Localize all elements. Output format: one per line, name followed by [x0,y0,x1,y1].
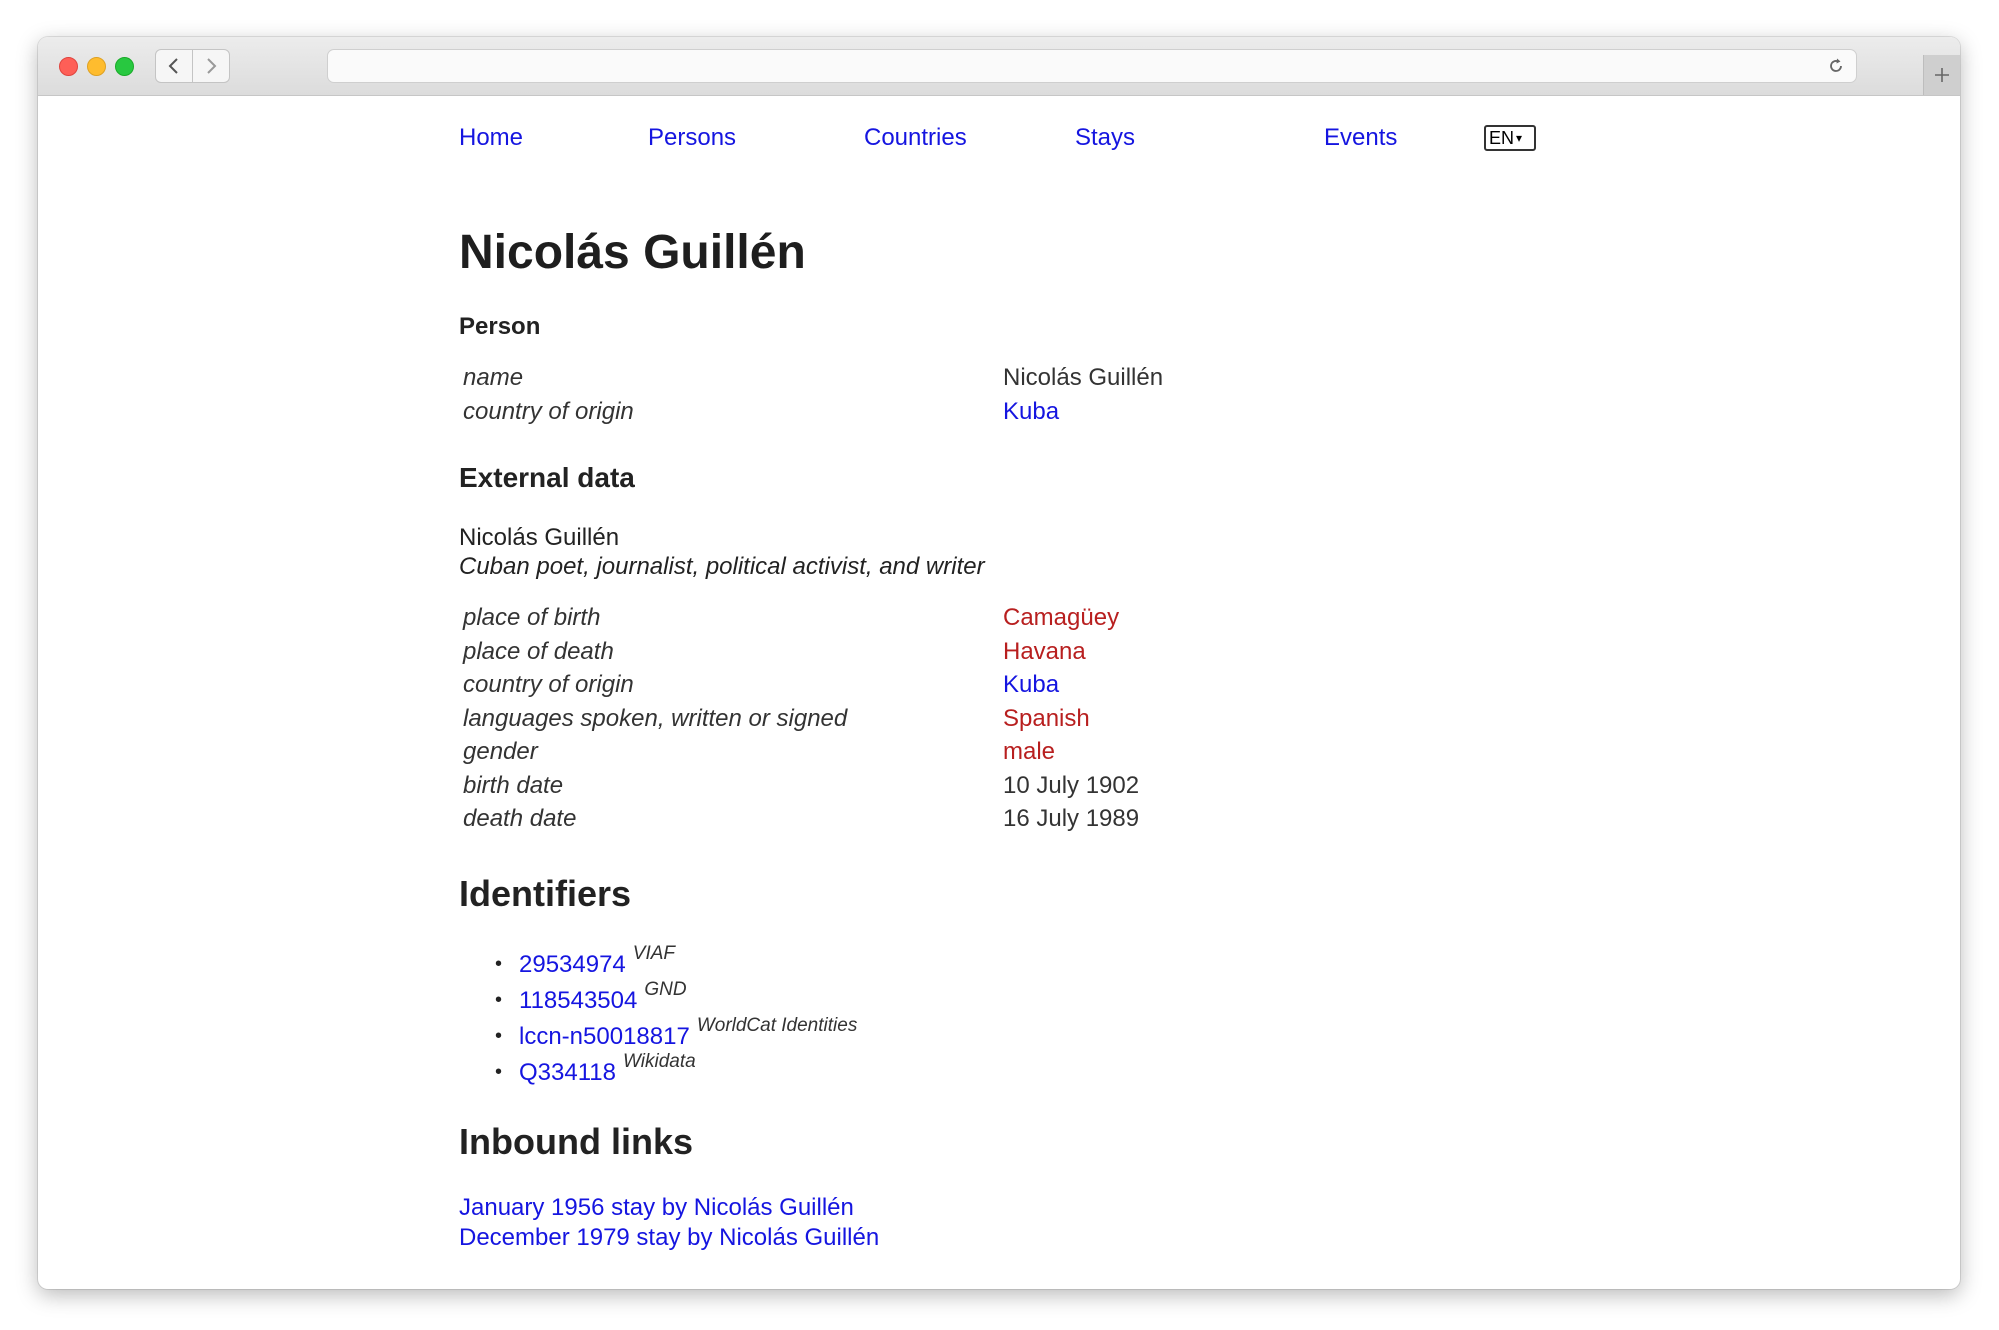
nav-events-link[interactable]: Events [1324,123,1397,153]
identifier-source: WorldCat Identities [696,1015,858,1036]
external-row: death date 16 July 1989 [463,804,1463,838]
nav-persons-link[interactable]: Persons [648,123,736,153]
minimize-window-button[interactable] [87,57,106,76]
close-window-button[interactable] [59,57,78,76]
identifier-source: GND [644,979,687,1000]
nav-stays-link[interactable]: Stays [1075,123,1135,153]
bullet-icon: • [495,1025,503,1047]
external-key: birth date [463,771,564,799]
external-data-table: place of birth Camagüey place of death H… [463,603,1463,838]
zoom-window-button[interactable] [115,57,134,76]
identifier-item: • 118543504 GND [459,979,857,1019]
external-row: place of death Havana [463,637,1463,671]
plus-icon [1935,68,1949,82]
identifiers-list: • 29534974 VIAF • 118543504 GND • lccn-n50… [459,943,857,1091]
page-title: Nicolás Guillén [459,226,806,279]
gender-link[interactable]: male [1003,737,1055,767]
identifier-item: • lccn-n50018817 WorldCat Identities [459,1015,857,1055]
language-select-value: EN [1489,127,1515,148]
main-nav: Home Persons Countries Stays Events EN ▾ [459,123,1559,159]
person-row: country of origin Kuba [463,397,1463,431]
person-key: country of origin [463,397,634,425]
inbound-link[interactable]: December 1979 stay by Nicolás Guillén [459,1223,879,1253]
nav-countries-link[interactable]: Countries [864,123,967,153]
identifier-link[interactable]: 29534974 [519,951,626,978]
inbound-links-heading: Inbound links [459,1121,693,1162]
new-tab-button[interactable] [1923,55,1960,95]
external-data-heading: External data [459,462,635,493]
bullet-icon: • [495,989,503,1011]
external-name: Nicolás Guillén [459,524,620,551]
identifier-item: • Q334118 Wikidata [459,1051,857,1091]
person-value: Nicolás Guillén [1003,364,1164,391]
identifier-source: Wikidata [622,1051,696,1072]
death-date-value: 16 July 1989 [1003,805,1140,832]
bullet-icon: • [495,1061,503,1083]
place-of-death-link[interactable]: Havana [1003,637,1086,667]
place-of-birth-link[interactable]: Camagüey [1003,603,1119,633]
identifiers-heading: Identifiers [459,873,632,914]
identifier-link[interactable]: Q334118 [519,1059,616,1086]
external-row: place of birth Camagüey [463,603,1463,637]
external-row: country of origin Kuba [463,670,1463,704]
person-row: name Nicolás Guillén [463,363,1463,397]
browser-window: Home Persons Countries Stays Events EN ▾… [38,37,1960,1289]
person-heading: Person [459,313,541,340]
chevron-down-icon: ▾ [1516,131,1523,145]
person-key: name [463,364,524,391]
inbound-link[interactable]: January 1956 stay by Nicolás Guillén [459,1193,879,1223]
external-key: death date [463,805,577,832]
chevron-right-icon [207,58,217,74]
address-bar[interactable] [327,49,1857,83]
country-of-origin-link[interactable]: Kuba [1003,670,1059,700]
external-row: gender male [463,737,1463,771]
identifier-link[interactable]: lccn-n50018817 [519,1023,690,1050]
external-key: place of death [463,637,614,665]
language-select[interactable]: EN ▾ [1484,125,1536,151]
external-description: Cuban poet, journalist, political activi… [459,553,985,580]
inbound-links-list: January 1956 stay by Nicolás Guillén Dec… [459,1193,879,1253]
external-key: gender [463,738,538,765]
nav-home-link[interactable]: Home [459,123,523,153]
identifier-item: • 29534974 VIAF [459,943,857,983]
country-of-origin-link[interactable]: Kuba [1003,397,1059,427]
reload-icon[interactable] [1826,56,1846,76]
identifier-source: VIAF [632,943,676,964]
chevron-left-icon [168,58,178,74]
person-table: name Nicolás Guillén country of origin K… [463,363,1463,430]
bullet-icon: • [495,953,503,975]
external-row: languages spoken, written or signed Span… [463,704,1463,738]
back-button[interactable] [155,49,193,83]
browser-toolbar [38,37,1960,96]
external-key: country of origin [463,671,634,698]
birth-date-value: 10 July 1902 [1003,771,1140,799]
external-key: languages spoken, written or signed [463,704,848,732]
external-row: birth date 10 July 1902 [463,771,1463,805]
language-link[interactable]: Spanish [1003,704,1090,734]
external-key: place of birth [463,604,601,631]
forward-button[interactable] [193,49,230,83]
identifier-link[interactable]: 118543504 [519,987,637,1014]
